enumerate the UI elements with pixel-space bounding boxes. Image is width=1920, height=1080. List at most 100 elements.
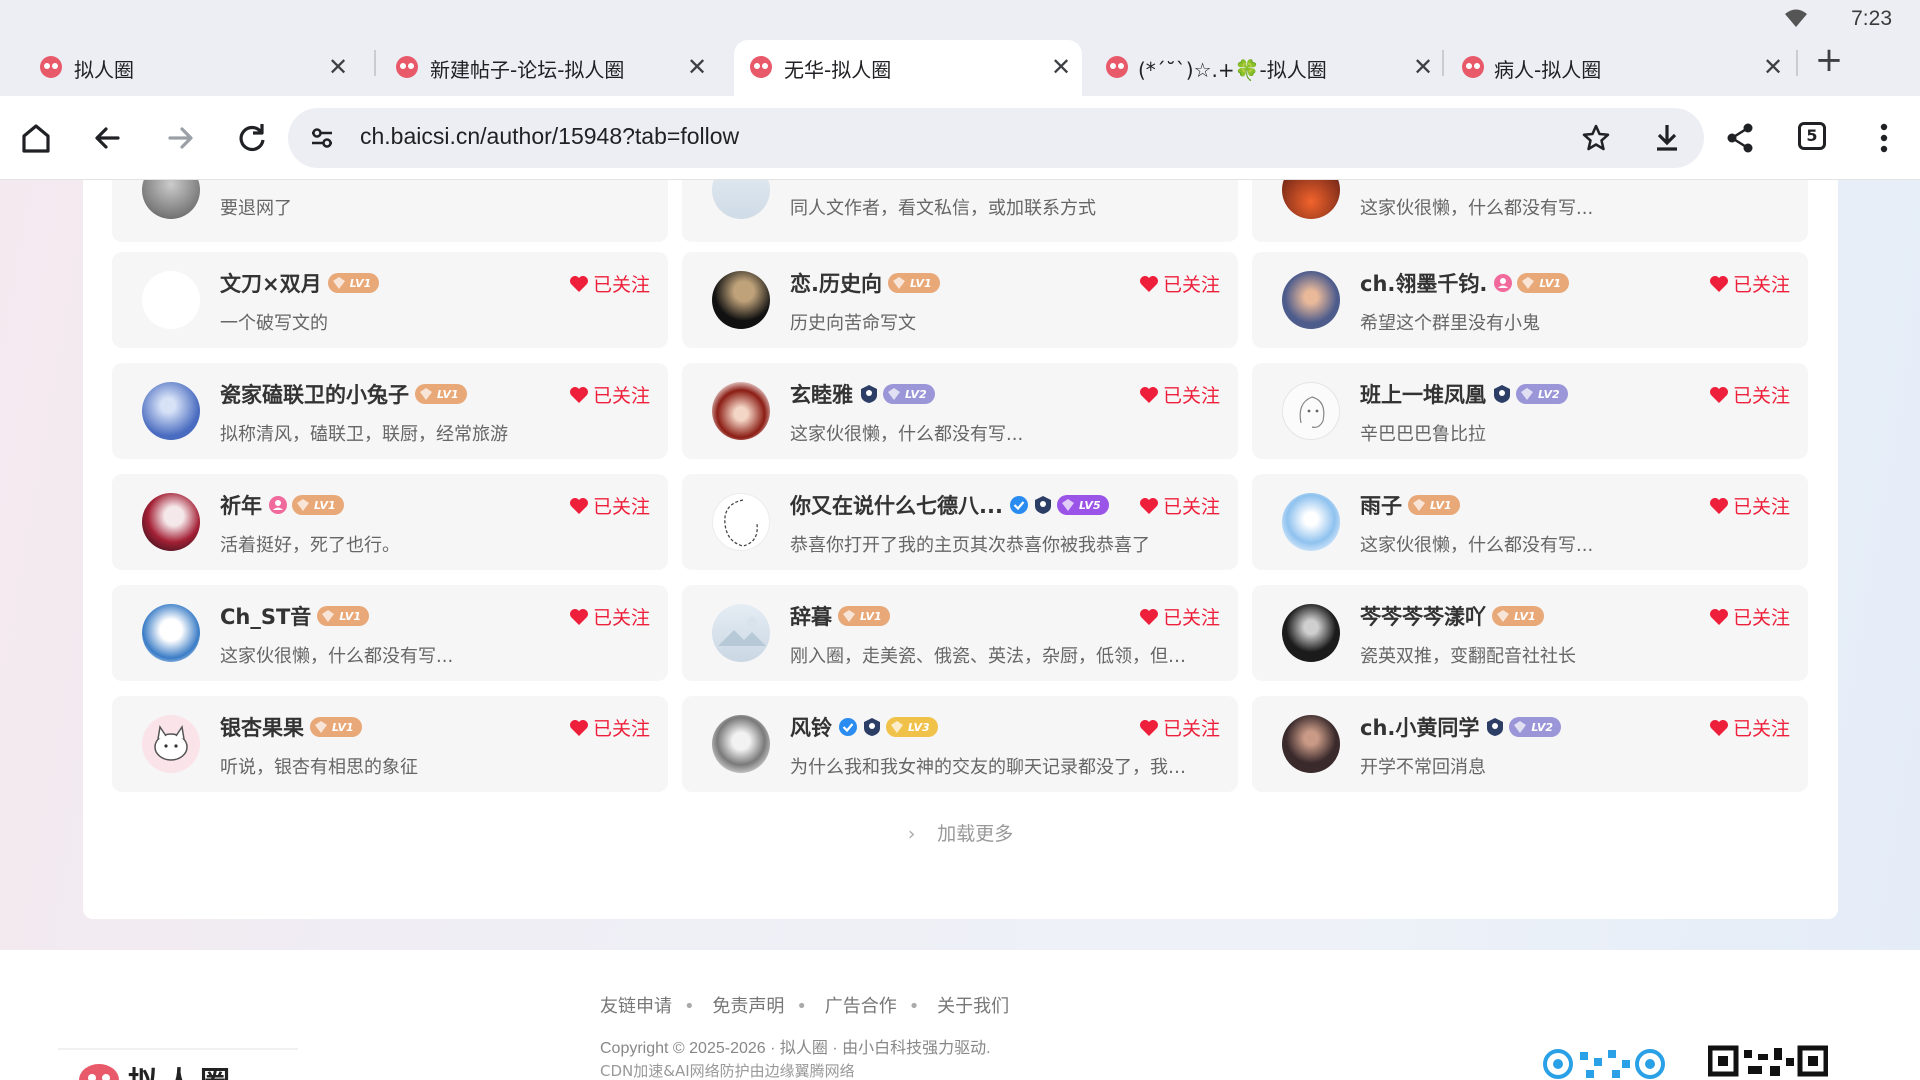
avatar[interactable] xyxy=(142,604,200,662)
user-name[interactable]: 风铃 xyxy=(790,712,832,742)
user-name[interactable]: 班上一堆凤凰 xyxy=(1360,379,1486,409)
site-settings-icon[interactable] xyxy=(308,124,336,152)
follow-card[interactable]: 雨子 LV1 这家伙很懒，什么都没有写... 已关注 xyxy=(1252,474,1808,570)
footer-link[interactable]: 免责声明 xyxy=(712,996,784,1017)
verified-shield-icon xyxy=(864,718,880,736)
user-name[interactable]: 祈年 xyxy=(220,490,262,520)
user-name[interactable]: 银杏果果 xyxy=(220,712,304,742)
avatar[interactable] xyxy=(1282,493,1340,551)
followed-button[interactable]: 已关注 xyxy=(1139,492,1220,519)
close-icon[interactable]: ✕ xyxy=(323,52,353,82)
footer-link[interactable]: 关于我们 xyxy=(937,996,1009,1017)
avatar[interactable] xyxy=(1282,382,1340,440)
new-tab-button[interactable]: + xyxy=(1812,42,1846,82)
followed-button[interactable]: 已关注 xyxy=(1709,714,1790,741)
level-gem-icon xyxy=(892,277,905,289)
avatar[interactable] xyxy=(1282,715,1340,773)
follow-card[interactable]: ch.翎墨千钧. LV1 希望这个群里没有小鬼 已关注 xyxy=(1252,252,1808,348)
user-name[interactable]: ch.翎墨千钧. xyxy=(1360,268,1487,298)
user-name[interactable]: 芩芩芩芩漾吖 xyxy=(1360,601,1486,631)
user-name[interactable]: 瓷家磕联卫的小兔子 xyxy=(220,379,409,409)
avatar[interactable] xyxy=(712,604,770,662)
followed-button[interactable]: 已关注 xyxy=(569,603,650,630)
follow-card[interactable]: ch.小黄同学 LV2 开学不常回消息 已关注 xyxy=(1252,696,1808,792)
load-more-button[interactable]: › 加载更多 xyxy=(83,819,1838,846)
qr-code-icon[interactable] xyxy=(1542,1044,1666,1080)
bookmark-star-icon[interactable] xyxy=(1580,122,1612,154)
avatar[interactable] xyxy=(142,382,200,440)
more-menu-icon[interactable] xyxy=(1864,118,1904,158)
avatar[interactable] xyxy=(712,180,770,219)
follow-card[interactable]: 瓷家磕联卫的小兔子 LV1 拟称清风，磕联卫，联厨，经常旅游 已关注 xyxy=(112,363,668,459)
user-name[interactable]: 文刀×双月 xyxy=(220,268,322,298)
url-text[interactable]: ch.baicsi.cn/author/15948?tab=follow xyxy=(360,123,739,150)
tab-5[interactable]: 病人-拟人圈 ✕ xyxy=(1424,40,1788,96)
avatar[interactable] xyxy=(712,382,770,440)
followed-button[interactable]: 已关注 xyxy=(569,381,650,408)
followed-label: 已关注 xyxy=(1162,274,1220,296)
follow-card[interactable]: 风铃 LV3 为什么我和我女神的交友的聊天记录都没了，我好... 已关注 xyxy=(682,696,1238,792)
follow-card[interactable]: 恋.历史向 LV1 历史向苦命写文 已关注 xyxy=(682,252,1238,348)
follow-card-partial[interactable]: 这家伙很懒，什么都没有写... 已关注 xyxy=(1252,180,1808,242)
address-bar[interactable]: ch.baicsi.cn/author/15948?tab=follow xyxy=(288,108,1704,168)
user-name[interactable]: 恋.历史向 xyxy=(790,268,882,298)
follow-card[interactable]: 你又在说什么七德八... LV5 恭喜你打开了我的主页其次恭喜你被我恭喜了 已关注 xyxy=(682,474,1238,570)
site-favicon-icon xyxy=(40,56,62,78)
followed-button[interactable]: 已关注 xyxy=(569,270,650,297)
followed-button[interactable]: 已关注 xyxy=(1709,270,1790,297)
avatar[interactable] xyxy=(1282,180,1340,219)
follow-card[interactable]: 玄睦雅 LV2 这家伙很懒，什么都没有写... 已关注 xyxy=(682,363,1238,459)
share-icon[interactable] xyxy=(1720,118,1760,158)
avatar[interactable] xyxy=(142,271,200,329)
user-name[interactable]: 雨子 xyxy=(1360,490,1402,520)
avatar[interactable] xyxy=(1282,271,1340,329)
followed-button[interactable]: 已关注 xyxy=(1709,381,1790,408)
reload-icon[interactable] xyxy=(232,118,272,158)
avatar[interactable] xyxy=(142,493,200,551)
followed-button[interactable]: 已关注 xyxy=(569,492,650,519)
follow-card-partial[interactable]: 同人文作者，看文私信，或加联系方式 已关注 xyxy=(682,180,1238,242)
close-icon[interactable]: ✕ xyxy=(1758,52,1788,82)
followed-button[interactable]: 已关注 xyxy=(1709,492,1790,519)
tab-4[interactable]: (*´˘`)☆.+🍀-拟人圈 ✕ xyxy=(1068,40,1433,96)
footer-link[interactable]: 广告合作 xyxy=(825,996,897,1017)
followed-button[interactable]: 已关注 xyxy=(1709,603,1790,630)
user-name[interactable]: ch.小黄同学 xyxy=(1360,712,1479,742)
follow-card[interactable]: 芩芩芩芩漾吖 LV1 瓷英双推，变翻配音社社长 已关注 xyxy=(1252,585,1808,681)
download-icon[interactable] xyxy=(1650,120,1684,154)
followed-button[interactable]: 已关注 xyxy=(1139,381,1220,408)
user-name[interactable]: 玄睦雅 xyxy=(790,379,853,409)
tab-switcher-button[interactable]: 5 xyxy=(1798,122,1826,150)
close-icon[interactable]: ✕ xyxy=(682,52,712,82)
follow-card[interactable]: 银杏果果 LV1 听说，银杏有相思的象征 已关注 xyxy=(112,696,668,792)
qr-code-icon[interactable] xyxy=(1708,1044,1828,1080)
follow-card-partial[interactable]: 要退网了 已关注 xyxy=(112,180,668,242)
avatar[interactable] xyxy=(142,180,200,219)
avatar[interactable] xyxy=(1282,604,1340,662)
followed-button[interactable]: 已关注 xyxy=(1139,603,1220,630)
avatar[interactable] xyxy=(712,493,770,551)
footer-logo[interactable]: 拟人圈 xyxy=(58,1048,298,1080)
user-bio: 辛巴巴巴鲁比拉 xyxy=(1360,424,1486,445)
footer-link[interactable]: 友链申请 xyxy=(600,996,672,1017)
user-name[interactable]: Ch_ST音 xyxy=(220,601,311,631)
tab-3-active[interactable]: 无华-拟人圈 ✕ xyxy=(734,40,1082,96)
user-name[interactable]: 你又在说什么七德八... xyxy=(790,490,1003,520)
followed-button[interactable]: 已关注 xyxy=(569,714,650,741)
follow-card[interactable]: 班上一堆凤凰 LV2 辛巴巴巴鲁比拉 已关注 xyxy=(1252,363,1808,459)
tab-1[interactable]: 拟人圈 ✕ xyxy=(0,40,364,96)
followed-button[interactable]: 已关注 xyxy=(1139,714,1220,741)
back-arrow-icon[interactable] xyxy=(88,118,128,158)
follow-card[interactable]: Ch_ST音 LV1 这家伙很懒，什么都没有写... 已关注 xyxy=(112,585,668,681)
home-icon[interactable] xyxy=(16,118,56,158)
followed-button[interactable]: 已关注 xyxy=(1139,270,1220,297)
avatar[interactable] xyxy=(712,715,770,773)
follow-card[interactable]: 祈年 LV1 活着挺好，死了也行。 已关注 xyxy=(112,474,668,570)
forward-arrow-icon[interactable] xyxy=(160,118,200,158)
tab-2[interactable]: 新建帖子-论坛-拟人圈 ✕ xyxy=(356,40,720,96)
follow-card[interactable]: 辞暮 LV1 刚入圈，走美瓷、俄瓷、英法，杂厨，低领，但很... 已关注 xyxy=(682,585,1238,681)
follow-card[interactable]: 文刀×双月 LV1 一个破写文的 已关注 xyxy=(112,252,668,348)
avatar[interactable] xyxy=(712,271,770,329)
user-name[interactable]: 辞暮 xyxy=(790,601,832,631)
avatar[interactable] xyxy=(142,715,200,773)
